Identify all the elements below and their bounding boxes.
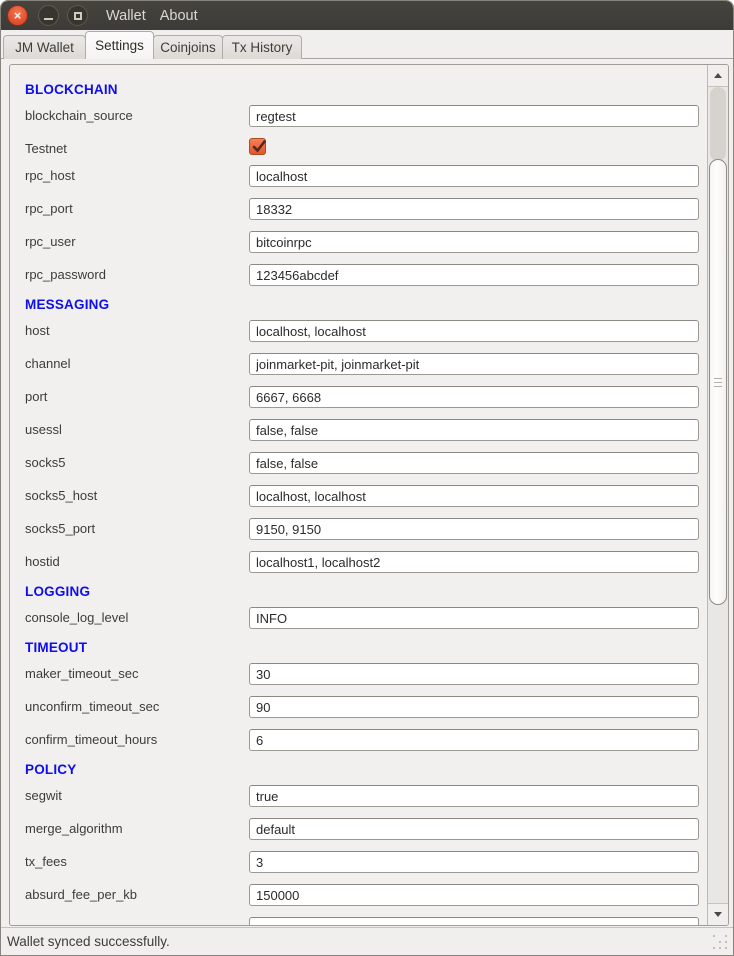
close-button[interactable]: × [7, 5, 28, 26]
tab-coinjoins[interactable]: Coinjoins [153, 35, 223, 59]
tab-settings[interactable]: Settings [85, 31, 154, 59]
field-label-tx_fees: tx_fees [25, 851, 67, 873]
input-socks5[interactable] [249, 452, 699, 474]
input-hostid[interactable] [249, 551, 699, 573]
input-absurd_fee_per_kb[interactable] [249, 884, 699, 906]
field-label-rpc_password: rpc_password [25, 264, 106, 286]
chevron-up-icon [714, 73, 722, 78]
titlebar: × WalletAbout [1, 1, 733, 30]
vertical-scrollbar[interactable] [707, 65, 728, 925]
chevron-down-icon [714, 912, 722, 917]
field-label-socks5_host: socks5_host [25, 485, 97, 507]
input-socks5_host[interactable] [249, 485, 699, 507]
scrollbar-track-top[interactable] [710, 87, 726, 161]
field-label-unconfirm_timeout_sec: unconfirm_timeout_sec [25, 696, 159, 718]
scroll-up-button[interactable] [708, 65, 728, 87]
section-header-blockchain: BLOCKCHAIN [25, 82, 118, 97]
menubar: WalletAbout [99, 1, 205, 30]
input-merge_algorithm[interactable] [249, 818, 699, 840]
input-maker_timeout_sec[interactable] [249, 663, 699, 685]
section-header-timeout: TIMEOUT [25, 640, 87, 655]
field-label-host: host [25, 320, 50, 342]
field-label-blockchain_source: blockchain_source [25, 105, 133, 127]
field-label-rpc_port: rpc_port [25, 198, 73, 220]
section-header-logging: LOGGING [25, 584, 90, 599]
field-label-channel: channel [25, 353, 71, 375]
input-rpc_password[interactable] [249, 264, 699, 286]
input-channel[interactable] [249, 353, 699, 375]
input-console_log_level[interactable] [249, 607, 699, 629]
maximize-button[interactable] [67, 5, 88, 26]
section-header-messaging: MESSAGING [25, 297, 109, 312]
input-port[interactable] [249, 386, 699, 408]
input-unconfirm_timeout_sec[interactable] [249, 696, 699, 718]
scrollbar-thumb[interactable] [709, 159, 727, 605]
status-bar: Wallet synced successfully. [1, 927, 733, 955]
check-icon [251, 139, 267, 155]
input-segwit[interactable] [249, 785, 699, 807]
tab-bar: JM WalletSettingsCoinjoinsTx History [3, 31, 302, 59]
settings-form: BLOCKCHAIN blockchain_source Testnet rpc_ho… [10, 65, 707, 925]
input-usessl[interactable] [249, 419, 699, 441]
tab-tx-history[interactable]: Tx History [222, 35, 302, 59]
input-tx_fees[interactable] [249, 851, 699, 873]
close-icon: × [14, 9, 22, 22]
settings-scroll-area: BLOCKCHAIN blockchain_source Testnet rpc_ho… [9, 64, 729, 926]
field-label-port: port [25, 386, 47, 408]
checkbox-testnet[interactable] [249, 138, 266, 155]
scroll-down-button[interactable] [708, 903, 728, 925]
field-label-socks5: socks5 [25, 452, 65, 474]
tab-jm-wallet[interactable]: JM Wallet [3, 35, 86, 59]
app-window: × WalletAbout JM WalletSettingsCoinjoins… [0, 0, 734, 956]
field-label-hostid: hostid [25, 551, 60, 573]
field-label-confirm_timeout_hours: confirm_timeout_hours [25, 729, 157, 751]
field-label-absurd_fee_per_kb: absurd_fee_per_kb [25, 884, 137, 906]
section-header-policy: POLICY [25, 762, 76, 777]
field-label-rpc_host: rpc_host [25, 165, 75, 187]
field-label-socks5_port: socks5_port [25, 518, 95, 540]
input-socks5_port[interactable] [249, 518, 699, 540]
field-label-merge_algorithm: merge_algorithm [25, 818, 123, 840]
input-rpc_user[interactable] [249, 231, 699, 253]
minimize-icon [44, 18, 53, 20]
input-rpc_host[interactable] [249, 165, 699, 187]
menu-wallet[interactable]: Wallet [99, 1, 153, 30]
input-confirm_timeout_hours[interactable] [249, 729, 699, 751]
field-label-maker_timeout_sec: maker_timeout_sec [25, 663, 138, 685]
input-next-field-clipped[interactable] [249, 917, 699, 925]
minimize-button[interactable] [38, 5, 59, 26]
field-label-Testnet: Testnet [25, 138, 67, 160]
input-host[interactable] [249, 320, 699, 342]
scrollbar-grip-icon [714, 378, 722, 379]
menu-about[interactable]: About [153, 1, 205, 30]
field-label-segwit: segwit [25, 785, 62, 807]
status-message: Wallet synced successfully. [7, 928, 170, 956]
input-rpc_port[interactable] [249, 198, 699, 220]
field-label-usessl: usessl [25, 419, 62, 441]
input-blockchain_source[interactable] [249, 105, 699, 127]
field-label-console_log_level: console_log_level [25, 607, 128, 629]
field-label-rpc_user: rpc_user [25, 231, 76, 253]
resize-grip-icon[interactable] [713, 935, 715, 937]
maximize-icon [74, 12, 82, 20]
